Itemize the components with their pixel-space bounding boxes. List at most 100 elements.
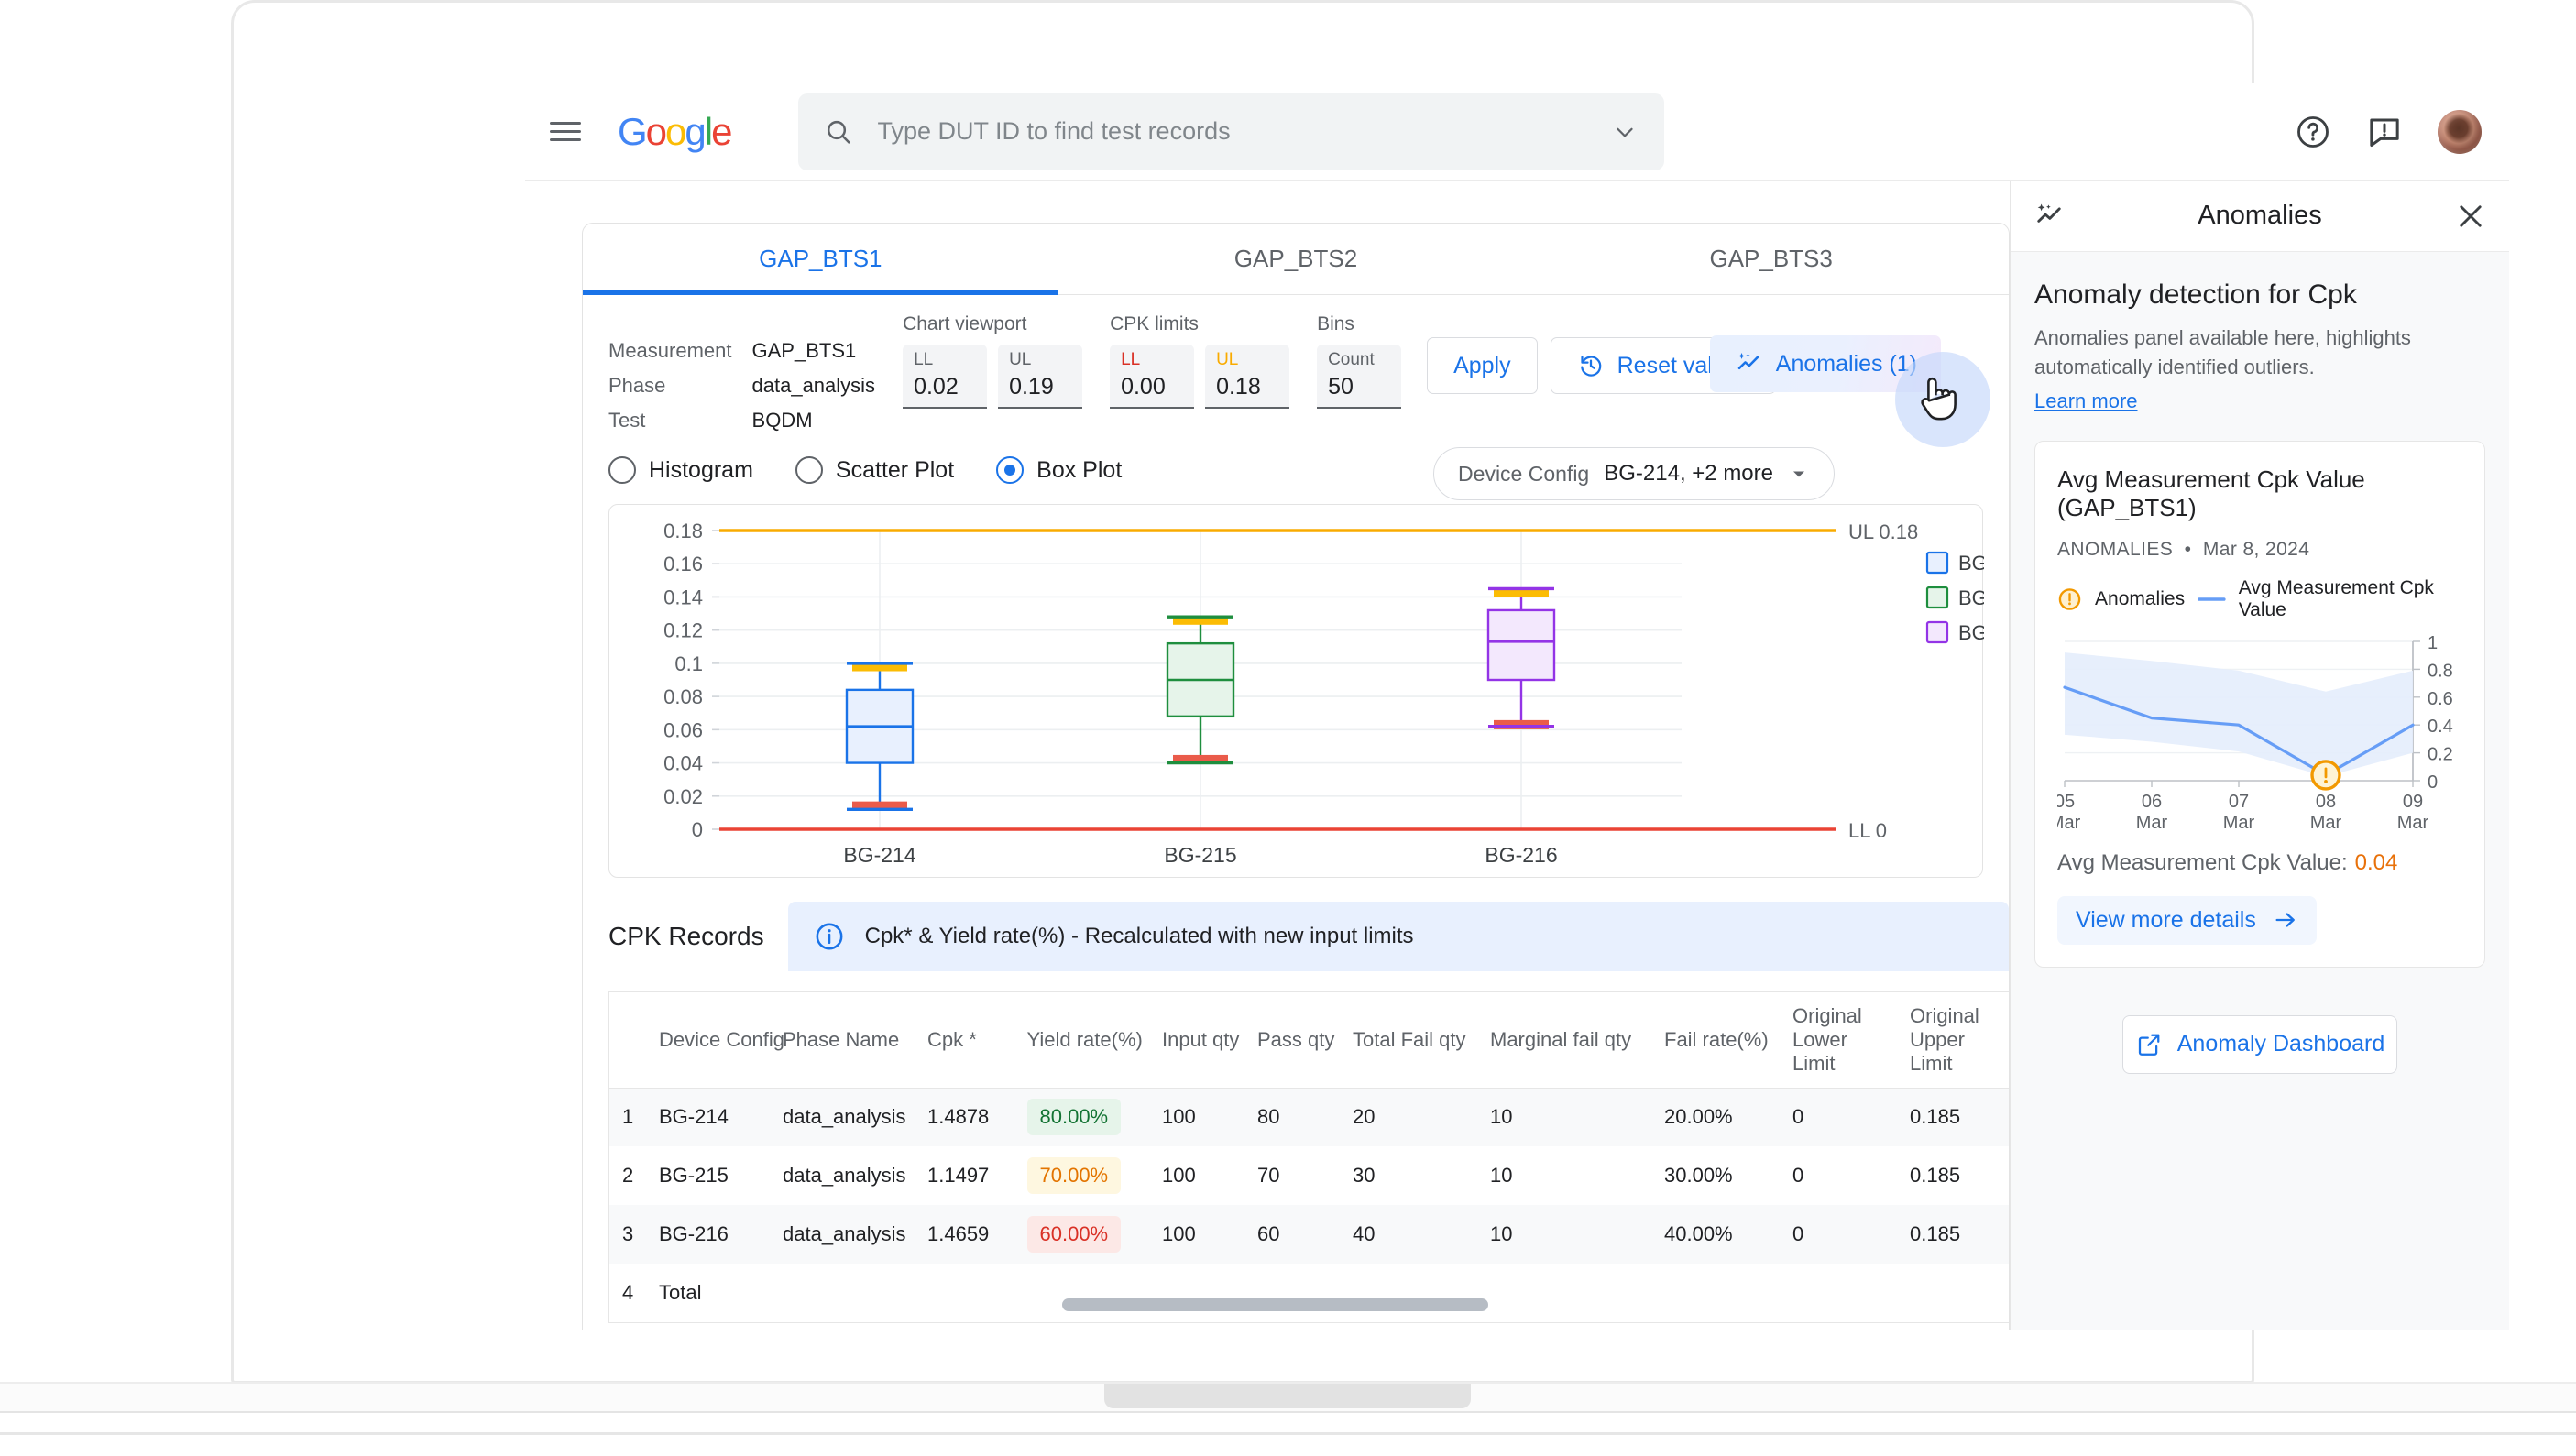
table-horizontal-scrollbar[interactable] <box>1062 1298 1488 1311</box>
cpk-ul-value: 0.18 <box>1216 374 1261 400</box>
col-device-config[interactable]: Device Config <box>646 992 784 1089</box>
cpk-records-table-wrap: Device Config Phase Name Cpk * Yield rat… <box>608 991 2009 1323</box>
cell-device-config: BG-214 <box>659 1105 729 1129</box>
svg-text:0.14: 0.14 <box>663 586 703 608</box>
view-more-label: View more details <box>2076 906 2256 933</box>
user-avatar[interactable] <box>2438 109 2482 154</box>
radio-dot-box <box>996 456 1025 484</box>
svg-text:0: 0 <box>2428 772 2438 793</box>
col-fail-rate[interactable]: Fail rate(%) <box>1651 992 1780 1089</box>
cell-total-fail-qty <box>1340 1264 1477 1322</box>
svg-text:0.06: 0.06 <box>663 718 703 741</box>
svg-text:Mar: Mar <box>2310 813 2342 830</box>
cell-phase-name: data_analysis <box>783 1164 906 1187</box>
cell-original-upper-limit <box>1897 1264 2009 1322</box>
col-phase-name[interactable]: Phase Name <box>770 992 915 1089</box>
table-row[interactable]: 2 BG-215 data_analysis 1.1497 70.00% 100… <box>609 1146 2009 1205</box>
yield-badge: 60.00% <box>1026 1216 1122 1253</box>
chevron-down-icon[interactable] <box>1611 118 1639 146</box>
anomaly-detection-heading: Anomaly detection for Cpk <box>2034 279 2357 310</box>
col-marginal-fail-qty[interactable]: Marginal fail qty <box>1477 992 1651 1089</box>
anomaly-value-row: Avg Measurement Cpk Value: 0.04 <box>2057 850 2462 876</box>
col-pass-qty[interactable]: Pass qty <box>1244 992 1340 1089</box>
col-yield-rate[interactable]: Yield rate(%) <box>1014 992 1149 1089</box>
svg-text:0.1: 0.1 <box>674 652 703 675</box>
table-row[interactable]: 1 BG-214 data_analysis 1.4878 80.00% 100… <box>609 1088 2009 1146</box>
tab-gap-bts1[interactable]: GAP_BTS1 <box>583 224 1058 295</box>
box-plot-panel: 0 0.02 0.04 0.06 0.08 0.1 0.12 0.14 0.16 0.18 BG-2… <box>608 504 2005 878</box>
google-logo: Google <box>618 109 732 154</box>
device-config-dropdown[interactable]: Device Config BG-214, +2 more <box>1433 447 1835 500</box>
cell-input-qty <box>1149 1264 1244 1322</box>
svg-text:08: 08 <box>2316 792 2336 812</box>
radio-box-plot[interactable]: Box Plot <box>996 456 1122 484</box>
col-total-fail-qty[interactable]: Total Fail qty <box>1340 992 1477 1089</box>
cpk-ll-input[interactable]: LL 0.00 <box>1110 345 1195 409</box>
meta-value-measurement: GAP_BTS1 <box>751 339 857 362</box>
box-plot-chart[interactable]: 0 0.02 0.04 0.06 0.08 0.1 0.12 0.14 0.16 0.18 BG-2… <box>609 505 2005 877</box>
browser-screen: Google Type DUT ID to find test records … <box>525 83 2509 1330</box>
anomaly-value-label: Avg Measurement Cpk Value: <box>2057 849 2348 875</box>
anomaly-dashboard-button[interactable]: Anomaly Dashboard <box>2122 1014 2397 1074</box>
anomaly-detection-description: Anomalies panel available here, highligh… <box>2034 326 2411 378</box>
svg-text:Mar: Mar <box>2136 813 2168 830</box>
viewport-ul-value: 0.19 <box>1009 374 1054 400</box>
cell-device-config: BG-216 <box>659 1222 729 1245</box>
anomaly-card: Avg Measurement Cpk Value (GAP_BTS1) ANO… <box>2034 440 2485 968</box>
close-icon[interactable] <box>2454 200 2487 233</box>
cell-index: 4 <box>622 1281 634 1304</box>
view-more-details-button[interactable]: View more details <box>2057 895 2317 945</box>
bins-count-label: Count <box>1328 350 1375 369</box>
feedback-icon[interactable] <box>2366 114 2403 150</box>
table-row[interactable]: 3 BG-216 data_analysis 1.4659 60.00% 100… <box>609 1205 2009 1264</box>
laptop-notch <box>1104 1384 1471 1408</box>
svg-text:0.08: 0.08 <box>663 685 703 708</box>
bins-label: Bins <box>1317 313 1354 334</box>
radio-dot-scatter <box>795 456 823 484</box>
svg-text:07: 07 <box>2229 792 2249 812</box>
col-original-upper-limit[interactable]: Original Upper Limit <box>1897 992 2009 1089</box>
radio-histogram[interactable]: Histogram <box>608 456 753 484</box>
viewport-ul-input[interactable]: UL 0.19 <box>998 345 1083 409</box>
anomalies-panel: Anomalies Anomaly detection for Cpk Anom… <box>2010 181 2509 1330</box>
tab-gap-bts2[interactable]: GAP_BTS2 <box>1058 224 1534 294</box>
cell-index: 2 <box>622 1164 634 1187</box>
main-content: GAP_BTS1 GAP_BTS2 GAP_BTS3 Measurement G… <box>525 181 2010 1330</box>
svg-text:BG-215: BG-215 <box>1164 843 1236 867</box>
search-input[interactable]: Type DUT ID to find test records <box>798 93 1665 170</box>
bins-count-input[interactable]: Count 50 <box>1317 345 1402 409</box>
cpk-ul-input[interactable]: UL 0.18 <box>1205 345 1290 409</box>
cpk-limits-group: CPK limits LL 0.00 UL 0.18 <box>1110 313 1290 409</box>
cpk-records-title: CPK Records <box>608 922 764 950</box>
col-cpk[interactable]: Cpk * <box>915 992 1014 1089</box>
apply-button[interactable]: Apply <box>1427 337 1538 394</box>
viewport-ll-input[interactable]: LL 0.02 <box>903 345 988 409</box>
svg-text:Mar: Mar <box>2223 813 2255 830</box>
help-circle-icon[interactable] <box>2295 114 2331 150</box>
chart-viewport-group: Chart viewport LL 0.02 UL 0.19 <box>903 313 1083 409</box>
device-config-label: Device Config <box>1458 461 1590 486</box>
anomaly-date: Mar 8, 2024 <box>2202 538 2310 560</box>
radio-scatter-plot[interactable]: Scatter Plot <box>795 456 954 484</box>
cell-phase-name <box>770 1264 915 1322</box>
col-original-lower-limit[interactable]: Original Lower Limit <box>1780 992 1897 1089</box>
col-input-qty[interactable]: Input qty <box>1149 992 1244 1089</box>
svg-text:09: 09 <box>2403 792 2423 812</box>
logo-letter-l: l <box>704 109 713 153</box>
cell-pass-qty: 80 <box>1257 1105 1280 1129</box>
tab-gap-bts3[interactable]: GAP_BTS3 <box>1533 224 2009 294</box>
hamburger-menu-icon[interactable] <box>550 116 581 148</box>
viewport-ll-value: 0.02 <box>914 374 959 400</box>
bins-count-value: 50 <box>1328 374 1354 400</box>
cell-original-upper-limit: 0.185 <box>1910 1105 1961 1129</box>
cell-input-qty: 100 <box>1162 1222 1196 1245</box>
svg-text:06: 06 <box>2142 792 2162 812</box>
logo-letter-e: e <box>711 109 732 153</box>
svg-text:0.2: 0.2 <box>2428 744 2453 764</box>
anomalies-button[interactable]: Anomalies (1) <box>1709 335 1941 392</box>
anomaly-mini-chart[interactable]: 00.20.40.60.8105Mar06Mar07Mar08Mar09Mar <box>2049 630 2462 833</box>
meta-key-phase: Phase <box>608 374 666 397</box>
svg-text:BG-2: BG-2 <box>1958 586 1984 609</box>
measurement-meta: Measurement GAP_BTS1 Phase data_analysis… <box>608 313 875 432</box>
learn-more-link[interactable]: Learn more <box>2034 389 2138 413</box>
